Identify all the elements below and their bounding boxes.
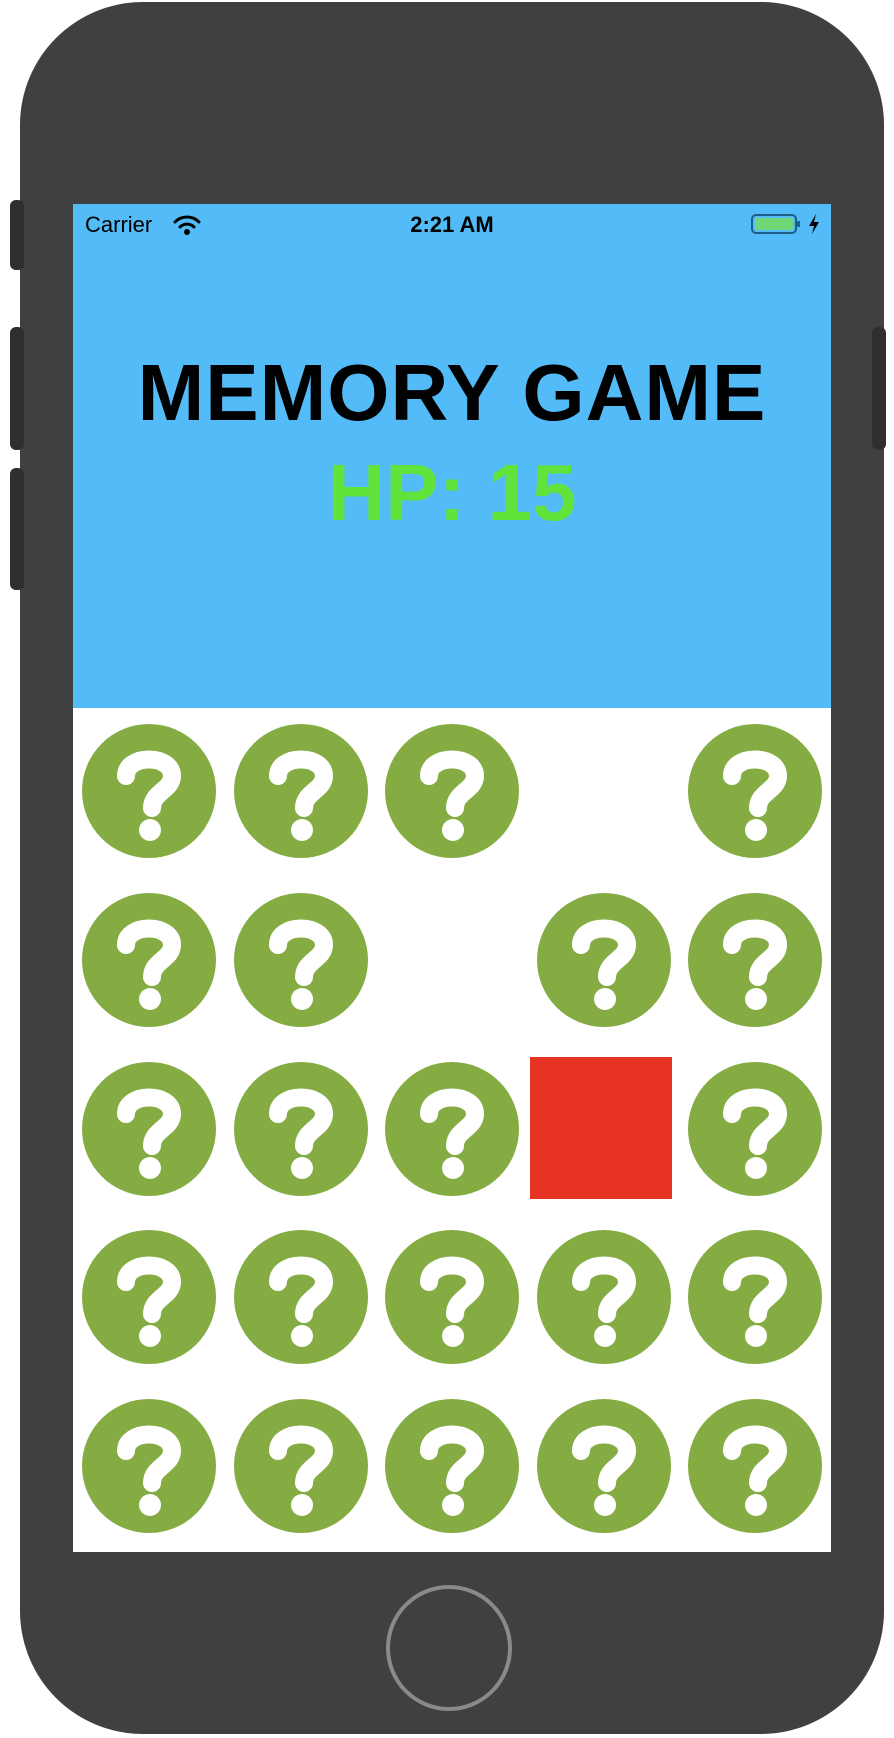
memory-tile[interactable] [225,877,376,1045]
memory-tile[interactable] [73,1383,224,1551]
question-mark-icon [688,1062,822,1196]
volume-up-button [10,327,24,450]
memory-tile [376,877,527,1045]
question-mark-icon [82,724,216,858]
question-mark-icon [234,1399,368,1533]
memory-tile[interactable] [679,1046,830,1214]
memory-tile[interactable] [225,1214,376,1382]
question-mark-icon [688,893,822,1027]
question-mark-icon [688,1399,822,1533]
question-mark-icon [82,1399,216,1533]
memory-tile[interactable] [679,877,830,1045]
memory-tile[interactable] [679,708,830,876]
revealed-card [530,1057,672,1199]
memory-tile[interactable] [528,1383,679,1551]
question-mark-icon [234,893,368,1027]
memory-tile[interactable] [528,1046,679,1214]
game-header: MEMORY GAME HP: 15 [73,204,831,708]
status-time: 2:21 AM [410,212,494,237]
memory-tile[interactable] [528,1214,679,1382]
question-mark-icon [82,893,216,1027]
volume-down-button [10,468,24,590]
hp-display: HP: 15 [73,447,831,539]
game-title: MEMORY GAME [137,348,767,437]
hp-label: HP: [327,448,466,537]
memory-tile[interactable] [73,877,224,1045]
status-bar: Carrier 2:21 AM [73,204,831,248]
question-mark-icon [234,724,368,858]
question-mark-icon [385,1230,519,1364]
question-mark-icon [234,1062,368,1196]
memory-tile[interactable] [376,708,527,876]
memory-tile[interactable] [679,1214,830,1382]
question-mark-icon [385,1062,519,1196]
question-mark-icon [82,1062,216,1196]
question-mark-icon [688,1230,822,1364]
question-mark-icon [385,1399,519,1533]
memory-tile[interactable] [225,708,376,876]
memory-tile [528,708,679,876]
question-mark-icon [688,724,822,858]
memory-tile[interactable] [225,1383,376,1551]
silent-switch [10,200,24,270]
memory-tile[interactable] [528,877,679,1045]
power-button [872,327,886,450]
memory-tile[interactable] [225,1046,376,1214]
memory-tile[interactable] [73,1214,224,1382]
memory-tile[interactable] [73,1046,224,1214]
hp-value: 15 [487,448,577,537]
memory-tile[interactable] [679,1383,830,1551]
question-mark-icon [537,1399,671,1533]
charging-icon [809,214,819,234]
memory-tile[interactable] [73,708,224,876]
memory-tile[interactable] [376,1383,527,1551]
battery-icon [751,214,800,234]
question-mark-icon [537,1230,671,1364]
screen: MEMORY GAME HP: 15 Carrier 2:21 AM [73,204,831,1552]
question-mark-icon [385,724,519,858]
question-mark-icon [82,1230,216,1364]
memory-tile[interactable] [376,1214,527,1382]
game-board [73,708,831,1552]
memory-tile[interactable] [376,1046,527,1214]
question-mark-icon [537,893,671,1027]
question-mark-icon [234,1230,368,1364]
home-button[interactable] [386,1585,512,1711]
